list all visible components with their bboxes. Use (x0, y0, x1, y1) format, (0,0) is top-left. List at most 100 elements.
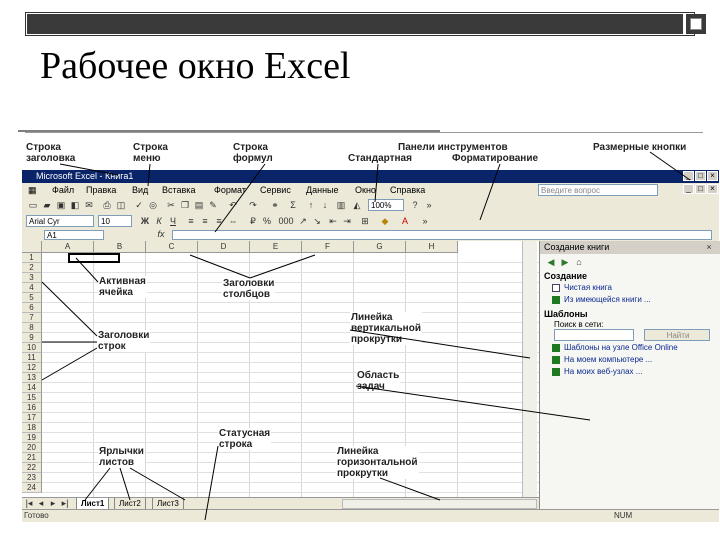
ask-question-input[interactable]: Введите вопрос (538, 184, 658, 196)
autosum-icon[interactable]: Σ (288, 200, 298, 210)
row-header-17[interactable]: 17 (22, 413, 42, 423)
prev-sheet-icon[interactable]: ◂ (36, 498, 46, 508)
maximize-button[interactable]: □ (695, 171, 706, 181)
menu-file[interactable]: Файл (52, 184, 74, 196)
row-header-6[interactable]: 6 (22, 303, 42, 313)
align-right-icon[interactable]: ≡ (214, 216, 224, 226)
doc-restore-button[interactable]: □ (695, 184, 706, 194)
increase-decimal-icon[interactable]: ↗ (298, 216, 308, 226)
row-header-19[interactable]: 19 (22, 433, 42, 443)
row-header-16[interactable]: 16 (22, 403, 42, 413)
redo-icon[interactable]: ↷ (248, 200, 258, 210)
format-options-icon[interactable]: » (420, 216, 430, 226)
menu-format[interactable]: Формат (214, 184, 246, 196)
underline-icon[interactable]: Ч (168, 216, 178, 226)
link-blank-workbook[interactable]: Чистая книга (564, 283, 612, 292)
row-header-13[interactable]: 13 (22, 373, 42, 383)
link-my-computer[interactable]: На моем компьютере ... (564, 355, 652, 364)
email-icon[interactable]: ✉ (84, 200, 94, 210)
chart-wizard-icon[interactable]: ▥ (336, 200, 346, 210)
thousands-icon[interactable]: 000 (278, 216, 294, 226)
row-header-14[interactable]: 14 (22, 383, 42, 393)
first-sheet-icon[interactable]: |◂ (24, 498, 34, 508)
sort-asc-icon[interactable]: ↑ (306, 200, 316, 210)
forward-icon[interactable]: ▶ (560, 257, 570, 267)
row-header-4[interactable]: 4 (22, 283, 42, 293)
row-header-3[interactable]: 3 (22, 273, 42, 283)
research-icon[interactable]: ◎ (148, 200, 158, 210)
close-button[interactable]: × (707, 171, 718, 181)
row-header-18[interactable]: 18 (22, 423, 42, 433)
column-header-D[interactable]: D (198, 241, 250, 253)
column-header-H[interactable]: H (406, 241, 458, 253)
next-sheet-icon[interactable]: ▸ (48, 498, 58, 508)
print-icon[interactable]: ⎙ (102, 200, 112, 210)
toolbar-options-icon[interactable]: » (424, 200, 434, 210)
menu-view[interactable]: Вид (132, 184, 148, 196)
menu-edit[interactable]: Правка (86, 184, 116, 196)
permission-icon[interactable]: ◧ (70, 200, 80, 210)
merge-center-icon[interactable]: ⇔ (228, 216, 238, 226)
align-left-icon[interactable]: ≡ (186, 216, 196, 226)
menu-tools[interactable]: Сервис (260, 184, 291, 196)
column-header-E[interactable]: E (250, 241, 302, 253)
hyperlink-icon[interactable]: ⚭ (270, 200, 280, 210)
row-header-20[interactable]: 20 (22, 443, 42, 453)
excel-doc-icon[interactable]: ▦ (28, 184, 37, 196)
sort-desc-icon[interactable]: ↓ (320, 200, 330, 210)
row-header-15[interactable]: 15 (22, 393, 42, 403)
row-header-21[interactable]: 21 (22, 453, 42, 463)
font-name-select[interactable]: Arial Cyr (26, 215, 94, 227)
home-icon[interactable]: ⌂ (574, 257, 584, 267)
decrease-indent-icon[interactable]: ⇤ (328, 216, 338, 226)
cut-icon[interactable]: ✂ (166, 200, 176, 210)
format-painter-icon[interactable]: ✎ (208, 200, 218, 210)
new-icon[interactable]: ▭ (28, 200, 38, 210)
borders-icon[interactable]: ⊞ (360, 216, 370, 226)
italic-icon[interactable]: К (154, 216, 164, 226)
menu-data[interactable]: Данные (306, 184, 339, 196)
select-all-corner[interactable] (22, 241, 42, 253)
link-web-sites[interactable]: На моих веб-узлах ... (564, 367, 642, 376)
row-header-24[interactable]: 24 (22, 483, 42, 493)
row-header-5[interactable]: 5 (22, 293, 42, 303)
menu-insert[interactable]: Вставка (162, 184, 195, 196)
bold-icon[interactable]: Ж (140, 216, 150, 226)
horizontal-scrollbar[interactable] (342, 499, 537, 509)
undo-icon[interactable]: ↶ (228, 200, 238, 210)
copy-icon[interactable]: ❐ (180, 200, 190, 210)
column-header-B[interactable]: B (94, 241, 146, 253)
row-header-1[interactable]: 1 (22, 253, 42, 263)
font-size-select[interactable]: 10 (98, 215, 132, 227)
open-icon[interactable]: ▰ (42, 200, 52, 210)
row-header-22[interactable]: 22 (22, 463, 42, 473)
save-icon[interactable]: ▣ (56, 200, 66, 210)
help-icon[interactable]: ? (410, 200, 420, 210)
last-sheet-icon[interactable]: ▸| (60, 498, 70, 508)
fill-color-icon[interactable]: ◆ (380, 216, 390, 226)
drawing-icon[interactable]: ◭ (352, 200, 362, 210)
fx-icon[interactable]: fx (154, 229, 168, 239)
template-search-input[interactable] (554, 329, 634, 341)
link-existing-workbook[interactable]: Из имеющейся книги ... (564, 295, 651, 304)
row-header-8[interactable]: 8 (22, 323, 42, 333)
vertical-scrollbar[interactable] (522, 241, 537, 497)
currency-icon[interactable]: ₽ (248, 216, 258, 226)
row-header-9[interactable]: 9 (22, 333, 42, 343)
back-icon[interactable]: ◀ (546, 257, 556, 267)
decrease-decimal-icon[interactable]: ↘ (312, 216, 322, 226)
doc-close-button[interactable]: × (707, 184, 718, 194)
menu-window[interactable]: Окно (355, 184, 376, 196)
menu-help[interactable]: Справка (390, 184, 425, 196)
row-header-11[interactable]: 11 (22, 353, 42, 363)
preview-icon[interactable]: ◫ (116, 200, 126, 210)
zoom-select[interactable]: 100% (368, 199, 404, 211)
name-box[interactable]: A1 (44, 230, 104, 240)
column-header-C[interactable]: C (146, 241, 198, 253)
percent-icon[interactable]: % (262, 216, 272, 226)
link-office-online[interactable]: Шаблоны на узле Office Online (564, 343, 678, 352)
task-pane-close-icon[interactable]: × (704, 242, 714, 252)
row-header-2[interactable]: 2 (22, 263, 42, 273)
row-header-12[interactable]: 12 (22, 363, 42, 373)
row-header-23[interactable]: 23 (22, 473, 42, 483)
